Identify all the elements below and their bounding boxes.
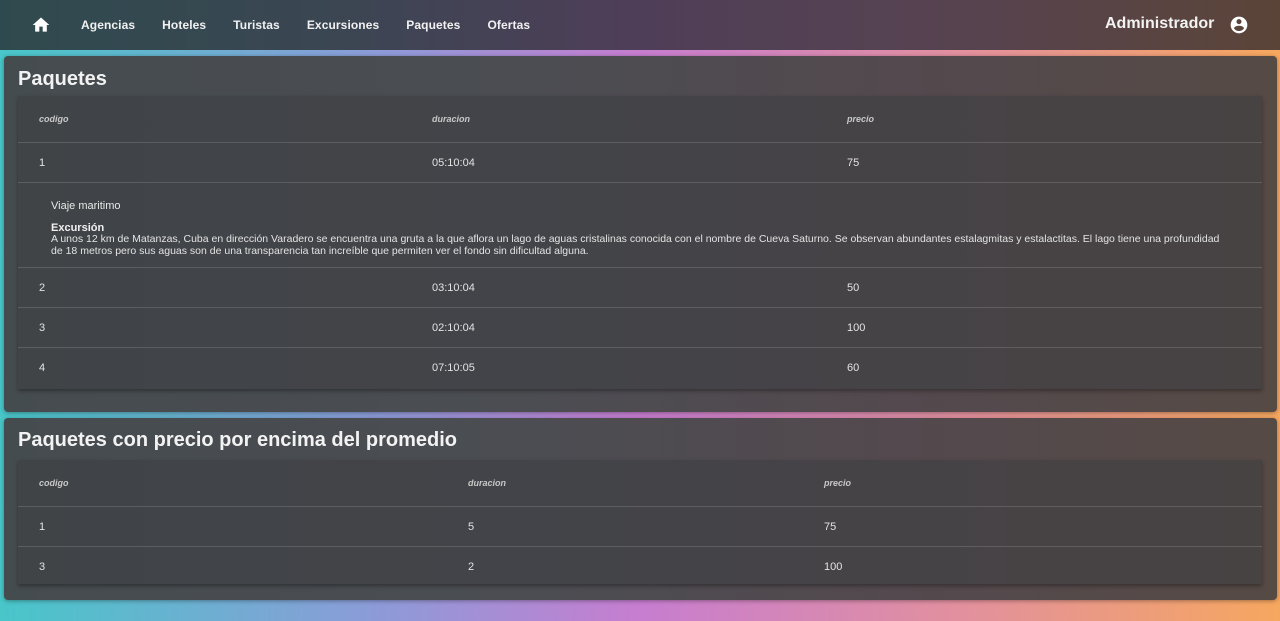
header-precio[interactable]: precio xyxy=(847,114,874,124)
cell-precio: 100 xyxy=(847,322,866,334)
table-row[interactable]: 4 07:10:05 60 xyxy=(18,348,1262,388)
cell-codigo: 4 xyxy=(39,362,46,374)
top-navigation-bar: Agencias Hoteles Turistas Excursiones Pa… xyxy=(0,0,1280,50)
cell-duracion: 5 xyxy=(468,521,475,533)
promedio-title: Paquetes con precio por encima del prome… xyxy=(18,429,457,451)
header-precio[interactable]: precio xyxy=(824,478,851,488)
table-header: codigo duracion precio xyxy=(18,460,1262,507)
paquetes-title: Paquetes xyxy=(18,68,107,90)
account-circle-icon[interactable] xyxy=(1229,15,1249,35)
cell-codigo: 1 xyxy=(39,157,46,169)
cell-precio: 75 xyxy=(847,157,860,169)
nav-item-paquetes[interactable]: Paquetes xyxy=(406,18,460,32)
paquetes-table: codigo duracion precio 1 05:10:04 75 Via… xyxy=(18,96,1262,389)
user-name-label[interactable]: Administrador xyxy=(1105,15,1214,33)
cell-precio: 75 xyxy=(824,521,837,533)
nav-item-ofertas[interactable]: Ofertas xyxy=(487,18,530,32)
cell-duracion: 07:10:05 xyxy=(432,362,475,374)
nav-item-agencias[interactable]: Agencias xyxy=(81,18,135,32)
paquetes-card: Paquetes codigo duracion precio 1 05:10:… xyxy=(4,56,1277,412)
detail-name: Viaje maritimo xyxy=(51,200,121,212)
cell-duracion: 03:10:04 xyxy=(432,282,475,294)
home-icon[interactable] xyxy=(31,15,51,35)
table-row[interactable]: 1 05:10:04 75 xyxy=(18,143,1262,183)
table-header: codigo duracion precio xyxy=(18,96,1262,143)
table-row[interactable]: 3 2 100 xyxy=(18,547,1262,587)
main-nav: Agencias Hoteles Turistas Excursiones Pa… xyxy=(81,0,557,50)
header-codigo[interactable]: codigo xyxy=(39,114,69,124)
header-codigo[interactable]: codigo xyxy=(39,478,69,488)
cell-precio: 50 xyxy=(847,282,860,294)
header-duracion[interactable]: duracion xyxy=(432,114,470,124)
promedio-table: codigo duracion precio 1 5 75 3 2 100 xyxy=(18,460,1262,584)
cell-precio: 100 xyxy=(824,561,843,573)
cell-codigo: 3 xyxy=(39,561,46,573)
cell-codigo: 2 xyxy=(39,282,46,294)
cell-codigo: 1 xyxy=(39,521,46,533)
nav-item-excursiones[interactable]: Excursiones xyxy=(307,18,379,32)
cell-duracion: 2 xyxy=(468,561,475,573)
table-row[interactable]: 1 5 75 xyxy=(18,507,1262,547)
nav-item-turistas[interactable]: Turistas xyxy=(233,18,280,32)
expanded-row-detail: Viaje maritimo Excursión A unos 12 km de… xyxy=(18,183,1262,268)
table-row[interactable]: 3 02:10:04 100 xyxy=(18,308,1262,348)
cell-codigo: 3 xyxy=(39,322,46,334)
cell-precio: 60 xyxy=(847,362,860,374)
cell-duracion: 05:10:04 xyxy=(432,157,475,169)
detail-description: A unos 12 km de Matanzas, Cuba en direcc… xyxy=(51,233,1220,257)
header-duracion[interactable]: duracion xyxy=(468,478,506,488)
promedio-card: Paquetes con precio por encima del prome… xyxy=(4,418,1277,600)
cell-duracion: 02:10:04 xyxy=(432,322,475,334)
nav-item-hoteles[interactable]: Hoteles xyxy=(162,18,206,32)
table-row[interactable]: 2 03:10:04 50 xyxy=(18,268,1262,308)
